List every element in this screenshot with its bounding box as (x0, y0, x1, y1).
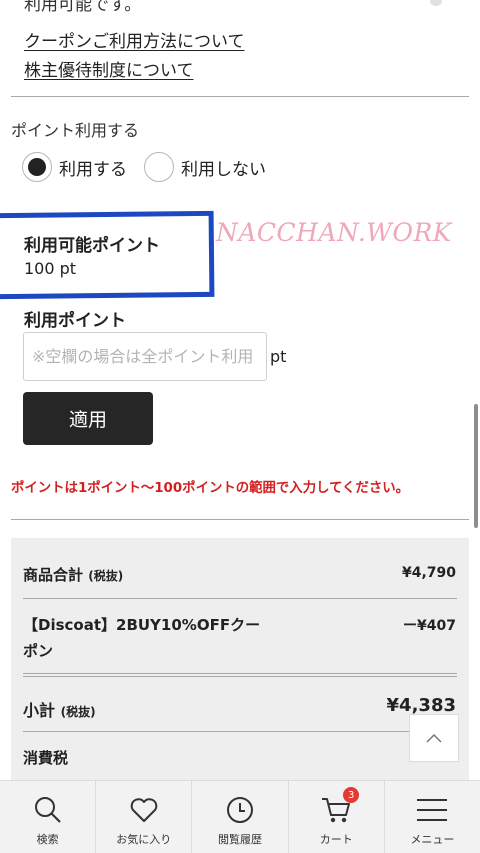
divider (11, 519, 469, 520)
nav-item-cart[interactable]: 3 カート (289, 781, 385, 853)
nav-item-menu[interactable]: メニュー (385, 781, 480, 853)
nav-label-search: 検索 (36, 833, 59, 846)
nav-label-menu: メニュー (410, 833, 455, 846)
bottom-nav: 検索 お気に入り 閲覧履歴 3 カート メニュー (0, 780, 480, 853)
nav-label-history: 閲覧履歴 (218, 833, 262, 846)
subtotal-value: ¥4,383 (386, 695, 456, 716)
items-total-value: ¥4,790 (401, 565, 456, 581)
radio-not-use-points[interactable]: 利用しない (144, 152, 266, 182)
scrollbar[interactable] (474, 404, 478, 528)
points-error-message: ポイントは1ポイント〜100ポイントの範囲で入力してください。 (11, 481, 410, 496)
points-unit: pt (270, 347, 287, 366)
subtotal-label: 小計 (税抜) (23, 701, 96, 720)
cart-icon: 3 (319, 787, 360, 827)
cart-count-badge: 3 (343, 787, 360, 803)
point-section-title: ポイント利用する (11, 121, 140, 140)
search-icon (31, 793, 65, 827)
radio-use-points[interactable]: 利用する (22, 152, 127, 182)
radio-selected-icon (22, 152, 52, 182)
use-points-label: 利用ポイント (24, 311, 126, 331)
divider (11, 96, 469, 97)
nav-label-favorites: お気に入り (116, 833, 172, 846)
clock-icon (223, 793, 257, 827)
coupon-discount-value: ー¥407 (403, 618, 456, 634)
header-indicator (430, 0, 442, 6)
summary-double-divider (23, 673, 457, 677)
radio-not-use-label: 利用しない (181, 159, 266, 180)
nav-label-cart: カート (319, 833, 353, 846)
coupon-discount-label: 【Discoat】2BUY10%OFFクーポン (23, 616, 261, 660)
heart-icon (127, 793, 161, 827)
tax-label: 消費税 (23, 749, 69, 767)
summary-divider (23, 731, 457, 732)
coupon-usage-link[interactable]: クーポンご利用方法について (24, 27, 245, 52)
items-total-label: 商品合計 (税抜) (23, 566, 124, 584)
chevron-up-icon (426, 733, 442, 743)
use-points-input[interactable] (23, 332, 267, 381)
hamburger-menu-icon (415, 793, 449, 827)
nav-item-search[interactable]: 検索 (0, 781, 97, 853)
shareholder-benefit-link[interactable]: 株主優待制度について (24, 56, 194, 81)
radio-unselected-icon (144, 152, 174, 182)
summary-divider (23, 598, 457, 599)
watermark: NACCHAN.WORK (216, 218, 452, 247)
nav-item-history[interactable]: 閲覧履歴 (192, 781, 289, 853)
radio-use-label: 利用する (59, 159, 127, 180)
order-summary: 商品合計 (税抜) ¥4,790 【Discoat】2BUY10%OFFクーポン… (11, 538, 469, 788)
available-points-value: 100 pt (24, 259, 77, 278)
available-points-label: 利用可能ポイント (24, 236, 160, 256)
scroll-to-top-button[interactable] (409, 714, 459, 762)
partial-note-text: 利用可能です。 (24, 0, 142, 12)
apply-button[interactable]: 適用 (23, 392, 153, 445)
nav-item-favorites[interactable]: お気に入り (96, 781, 193, 853)
